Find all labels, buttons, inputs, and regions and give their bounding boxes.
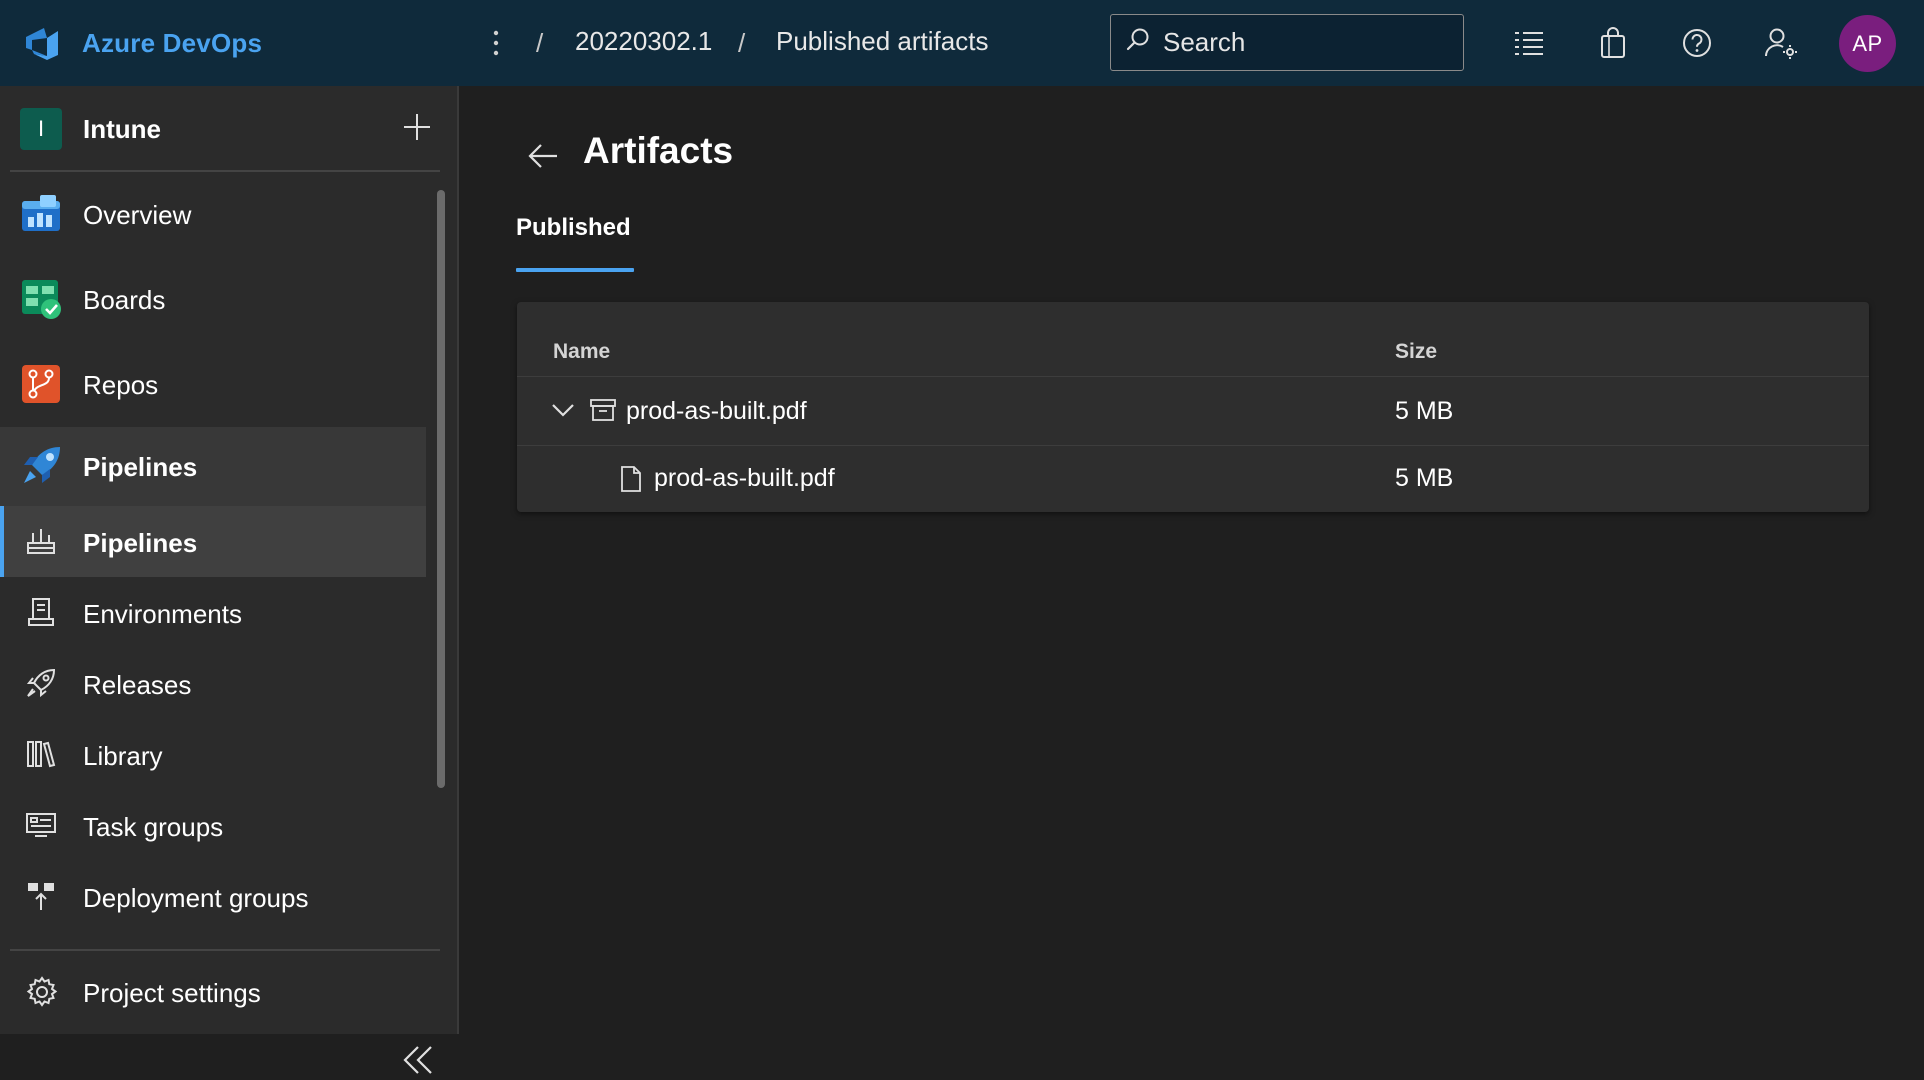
file-icon [615,463,647,495]
search-icon [1125,27,1151,58]
sidebar-item-label: Pipelines [83,452,198,482]
sidebar-item-boards[interactable]: Boards [0,257,426,342]
task-groups-icon [23,807,59,843]
collapse-sidebar-icon[interactable] [398,1040,438,1080]
artifact-size: 5 MB [1395,397,1454,425]
sidebar-item-label: Boards [83,285,166,315]
sidebar-item-label: Overview [83,200,192,230]
tab-published[interactable]: Published [516,214,631,242]
project-settings-label: Project settings [83,978,261,1008]
table-row[interactable]: prod-as-built.pdf 5 MB [517,377,1869,444]
divider [10,949,440,951]
active-indicator [0,506,4,577]
list-settings-icon[interactable] [1508,22,1550,64]
artifact-name: prod-as-built.pdf [626,397,807,425]
avatar[interactable]: AP [1839,15,1896,72]
top-bar: Azure DevOps / 20220302.1 / Published ar… [0,0,1924,86]
sidebar-item-label: Environments [83,599,242,629]
chevron-down-icon[interactable] [547,394,579,426]
sidebar-item-pipelines[interactable]: Pipelines [0,427,426,506]
help-icon[interactable] [1676,22,1718,64]
column-header-name[interactable]: Name [553,340,610,364]
breadcrumb-separator: / [536,28,544,58]
shopping-bag-icon[interactable] [1592,22,1634,64]
sidebar-item-label: Repos [83,370,159,400]
column-header-size[interactable]: Size [1395,340,1437,364]
sidebar-item-label: Library [83,741,163,771]
sidebar-subitem-task-groups[interactable]: Task groups [0,790,426,861]
azure-devops-logo-icon [22,23,62,63]
pipelines-icon [20,445,62,487]
sidebar-subitem-releases[interactable]: Releases [0,648,426,719]
page-title: Artifacts [583,130,734,171]
sidebar-scrollbar[interactable] [437,190,445,788]
user-settings-icon[interactable] [1760,22,1802,64]
sidebar-item-label: Pipelines [83,528,198,558]
tab-active-indicator [516,268,634,272]
back-arrow-icon[interactable] [523,136,563,176]
sidebar-item-label: Deployment groups [83,883,309,913]
sidebar-item-overview[interactable]: Overview [0,172,426,257]
artifact-package-icon [587,394,619,426]
breadcrumb-separator: / [738,28,746,58]
project-header[interactable]: I Intune [0,86,457,170]
brand[interactable]: Azure DevOps [0,0,470,86]
sidebar: I Intune Overview Boards Repos Pipelines… [0,86,459,1074]
table-row[interactable]: prod-as-built.pdf 5 MB [517,446,1869,513]
sidebar-subitem-pipelines[interactable]: Pipelines [0,506,426,577]
project-name: Intune [83,114,161,144]
releases-icon [23,665,59,701]
sidebar-subitem-library[interactable]: Library [0,719,426,790]
file-size: 5 MB [1395,464,1454,492]
file-name[interactable]: prod-as-built.pdf [654,464,835,493]
environments-icon [23,594,59,630]
plus-icon[interactable] [398,108,436,146]
breadcrumb-published-artifacts[interactable]: Published artifacts [776,26,988,57]
brand-name: Azure DevOps [82,27,263,58]
project-settings-link[interactable]: Project settings [0,954,457,1032]
search-placeholder: Search [1163,27,1246,57]
main-content: Artifacts Published Name Size prod-as-bu… [461,86,1924,1034]
sidebar-item-label: Task groups [83,812,224,842]
deployment-groups-icon [23,878,59,914]
sidebar-item-repos[interactable]: Repos [0,342,426,427]
overview-icon [20,193,62,235]
sidebar-subitem-deployment-groups[interactable]: Deployment groups [0,861,426,932]
sidebar-item-label: Releases [83,670,192,700]
gear-icon [22,972,62,1012]
artifacts-table: Name Size prod-as-built.pdf 5 MB prod-as… [517,302,1869,512]
library-icon [23,736,59,772]
project-badge: I [20,108,62,150]
pipelines-sub-icon [23,523,59,559]
more-actions-icon[interactable] [482,24,510,62]
boards-icon [20,278,62,320]
repos-icon [20,363,62,405]
breadcrumb-run[interactable]: 20220302.1 [575,26,712,57]
sidebar-subitem-environments[interactable]: Environments [0,577,426,648]
search-box[interactable]: Search [1110,14,1464,71]
